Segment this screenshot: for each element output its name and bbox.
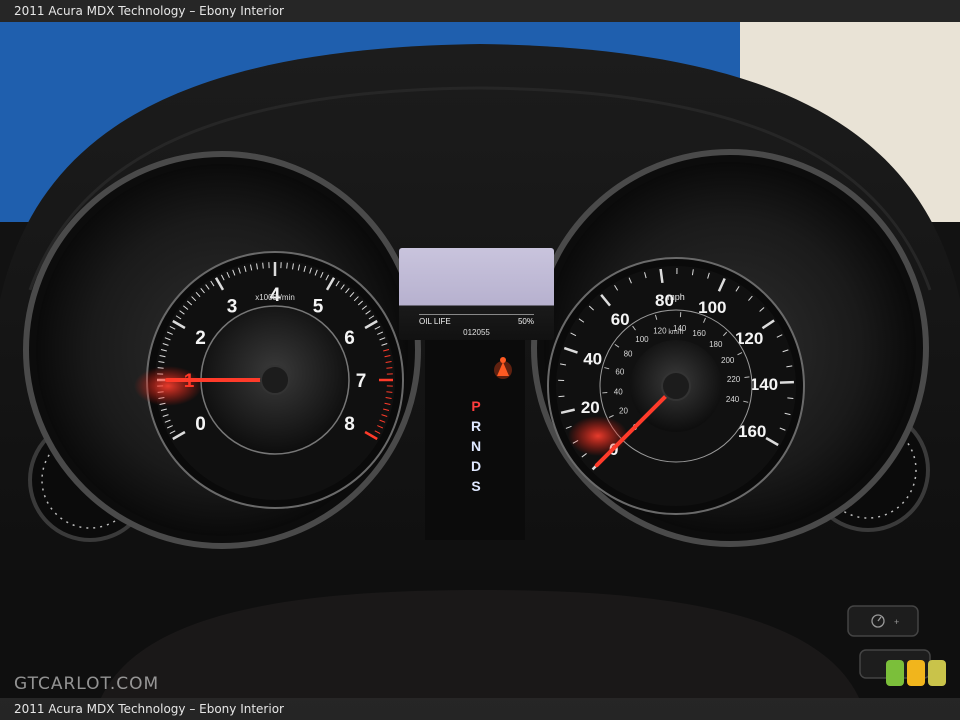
speedometer-mph-label: 160 [738,422,766,441]
cruise-control-button-icon[interactable]: + [847,605,919,637]
tachometer-tick [386,367,393,369]
tachometer-label: 5 [313,297,324,318]
speedometer-kmh-label: 220 [727,375,741,384]
speedometer-mph-unit: mph [667,292,685,302]
speedometer-kmh-tick [744,376,750,378]
tachometer-label: 8 [344,414,355,435]
speedometer-kmh-label: 200 [721,356,735,365]
speedometer-mph-label: 100 [698,298,726,317]
caption-text-bottom: 2011 Acura MDX Technology – Ebony Interi… [14,702,284,716]
gear-letter: P [471,398,480,414]
speedometer-mph-tick [787,397,794,400]
oil-life-row: OIL LIFE 50% [419,314,534,326]
speedometer-kmh-label: 100 [635,335,649,344]
gtcarlot-watermark: GTCARLOT.COM [14,674,160,694]
tachometer-label: 6 [344,328,355,349]
speedometer-kmh-label: 60 [615,368,624,377]
speedometer-kmh-label: 40 [614,387,623,396]
gear-letter: S [471,478,480,494]
tachometer-tick [386,391,393,393]
speedometer-kmh-label: 180 [709,340,723,349]
speedometer-kmh-label: 20 [619,407,628,416]
tachometer-label: 3 [227,297,238,318]
gear-letter: D [471,458,481,474]
tachometer-label: 2 [195,328,206,349]
speedometer-kmh-unit: km/h [668,329,683,336]
gear-indicator: PRNDS [471,398,481,494]
caption-bar-top: 2011 Acura MDX Technology – Ebony Interi… [0,0,960,22]
tachometer-tick [262,262,264,269]
instrument-cluster-photo: 012345678 x1000r/min 0204060801001201401… [0,0,960,720]
speedometer-kmh-label: 80 [624,349,633,358]
speedometer-mph-label: 60 [611,310,630,329]
tachometer-label: 7 [356,371,367,392]
speedometer: 020406080100120140160 020406080100120140… [531,149,929,547]
gear-letter: R [471,418,481,434]
caption-text-top: 2011 Acura MDX Technology – Ebony Interi… [14,4,284,18]
tachometer-tick [286,262,288,269]
speedometer-kmh-label: 240 [726,395,740,404]
svg-text:+: + [894,617,899,627]
speedometer-mph-label: 140 [750,375,778,394]
speedometer-mph-label: 40 [583,350,602,369]
speedometer-mph-label: 20 [581,398,600,417]
tachometer: 012345678 x1000r/min [23,151,421,549]
tachometer-unit-label: x1000r/min [255,293,295,302]
speedometer-kmh-label: 160 [692,329,706,338]
speedometer-kmh-label: 120 [653,326,667,335]
oil-life-value: 50% [517,317,534,326]
oil-life-label: OIL LIFE [419,317,451,326]
multi-info-display: OIL LIFE 50% 012055 [399,248,554,340]
gtcarlot-logo [886,660,946,686]
speedometer-mph-tick [558,395,565,398]
caption-bar-bottom: 2011 Acura MDX Technology – Ebony Interi… [0,698,960,720]
gear-letter: N [471,438,481,454]
odometer-readout: 012055 [463,328,490,337]
tachometer-label: 0 [195,414,206,435]
